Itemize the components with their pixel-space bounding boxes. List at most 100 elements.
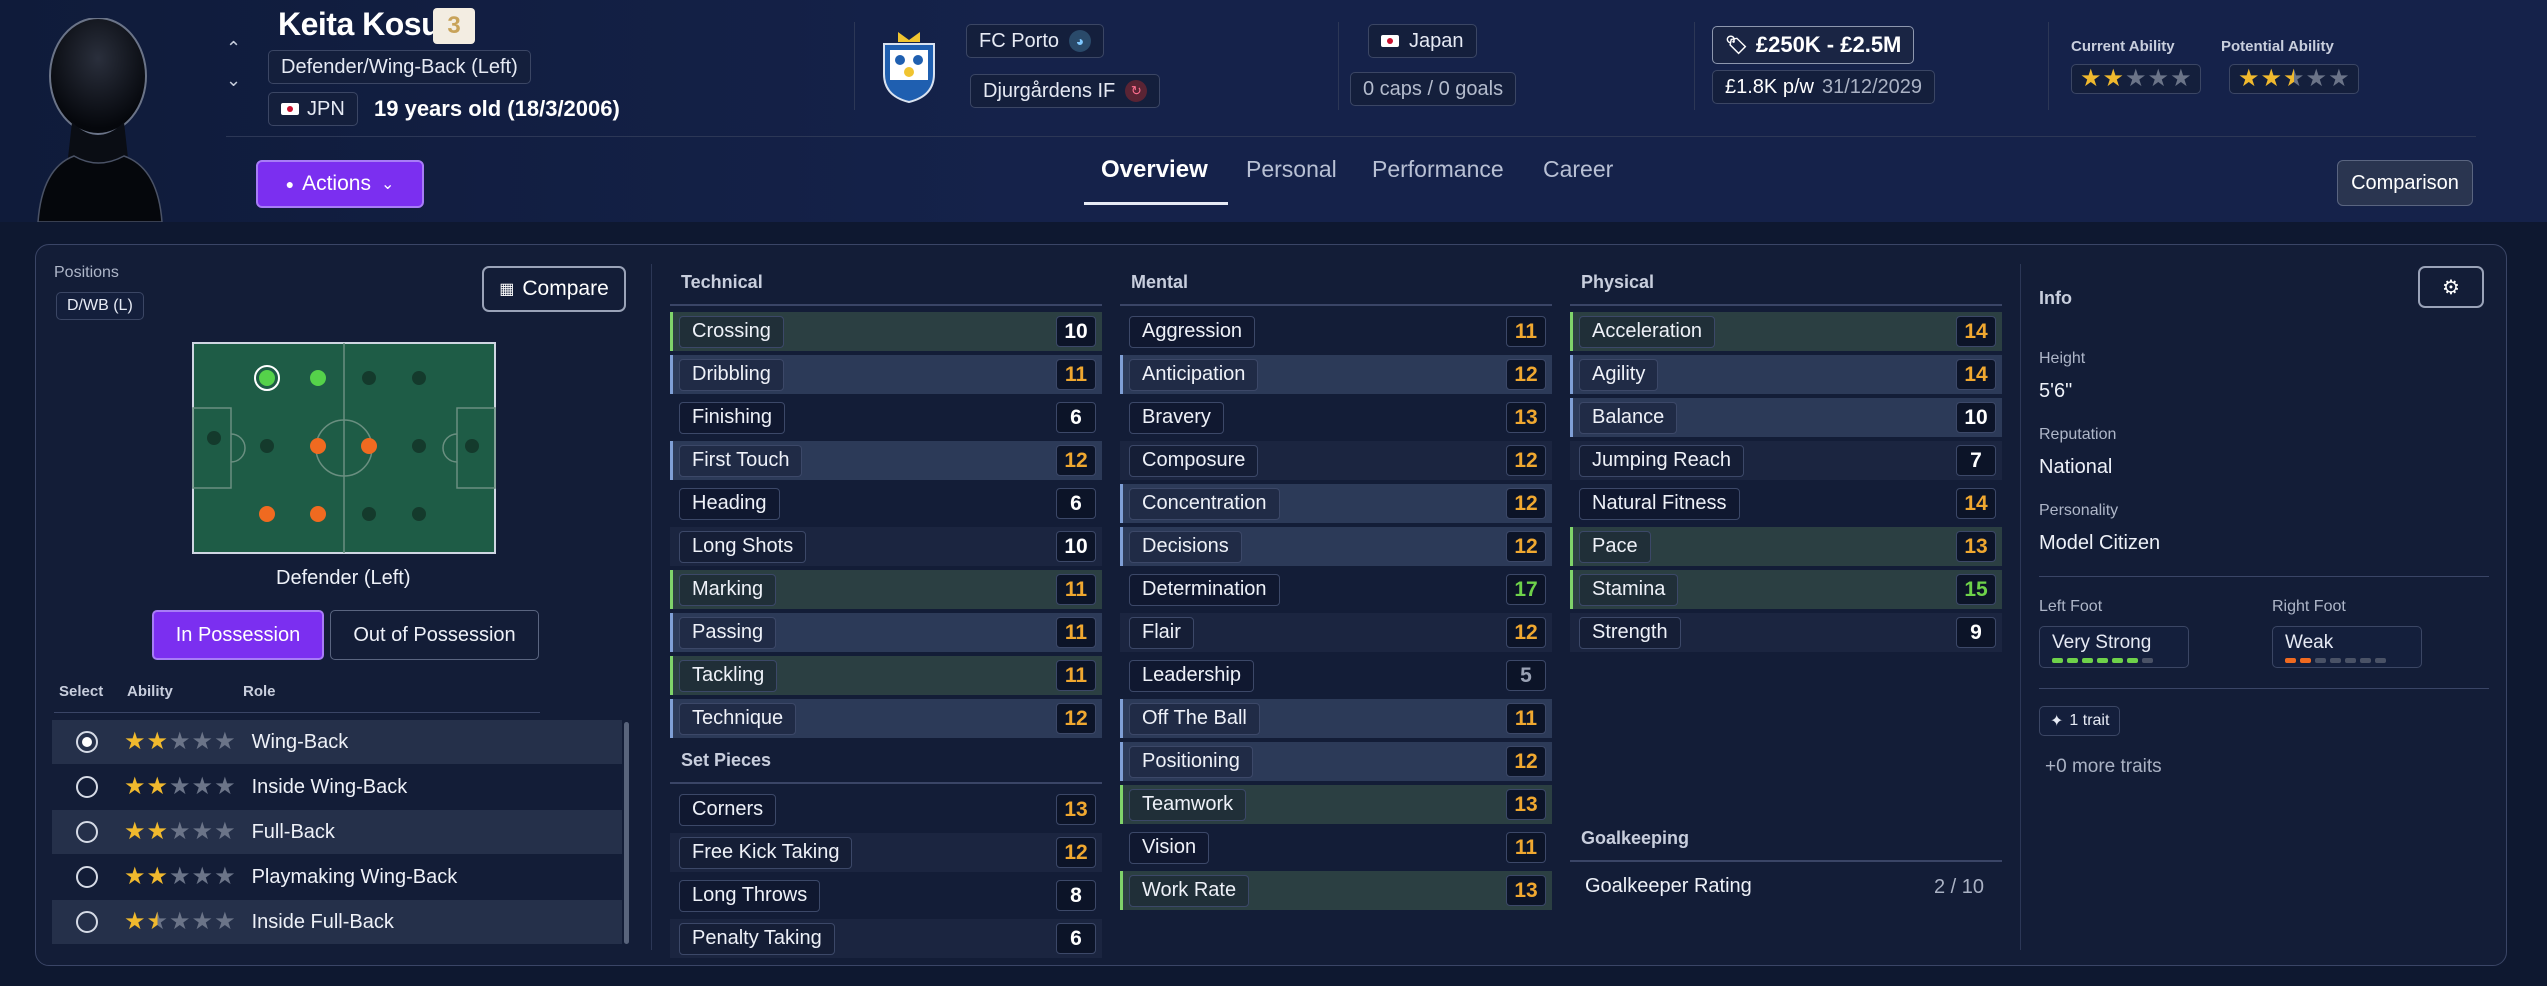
reputation-label: Reputation — [2039, 426, 2117, 443]
attribute-row[interactable]: Natural Fitness 14 — [1570, 484, 2002, 523]
attribute-row[interactable]: Jumping Reach 7 — [1570, 441, 2002, 480]
tab-performance[interactable]: Performance — [1372, 156, 1504, 183]
attribute-row[interactable]: Teamwork 13 — [1120, 785, 1552, 824]
attribute-row[interactable]: First Touch 12 — [670, 441, 1102, 480]
strength-segment — [2300, 657, 2311, 663]
current-ability-label: Current Ability — [2071, 38, 2175, 55]
in-possession-toggle[interactable]: In Possession — [152, 610, 324, 660]
attribute-row[interactable]: Off The Ball 11 — [1120, 699, 1552, 738]
role-row[interactable]: ★ ★ ★ ★ ★ Full-Back — [52, 810, 622, 854]
attribute-row[interactable]: Pace 13 — [1570, 527, 2002, 566]
star-icon: ★ — [2305, 65, 2328, 92]
role-radio[interactable] — [76, 776, 98, 798]
actions-button[interactable]: ● Actions ⌄ — [256, 160, 424, 208]
strength-segment — [2330, 657, 2341, 663]
strength-segment — [2067, 657, 2078, 663]
attribute-row[interactable]: Stamina 15 — [1570, 570, 2002, 609]
role-radio[interactable] — [76, 731, 98, 753]
attribute-row[interactable]: Free Kick Taking 12 — [670, 833, 1102, 872]
club-chip[interactable]: FC Porto ◕ — [966, 24, 1105, 58]
attribute-name: Free Kick Taking — [679, 836, 853, 869]
star-icon: ★ — [146, 728, 169, 755]
role-row[interactable]: ★ ★ ★ ★ ★ Inside Full-Back — [52, 900, 622, 944]
compare-label: Compare — [522, 277, 609, 300]
traits-chip[interactable]: ✦ 1 trait — [2039, 706, 2121, 736]
attribute-row[interactable]: Technique 12 — [670, 699, 1102, 738]
attribute-row[interactable]: Determination 17 — [1120, 570, 1552, 609]
attribute-row[interactable]: Acceleration 14 — [1570, 312, 2002, 351]
country-chip[interactable]: Japan — [1368, 24, 1477, 58]
tab-personal[interactable]: Personal — [1246, 156, 1337, 183]
attribute-name: Vision — [1129, 831, 1210, 864]
transfer-value-chip[interactable]: 🏷 £250K - £2.5M — [1712, 26, 1915, 64]
attribute-row[interactable]: Penalty Taking 6 — [670, 919, 1102, 958]
attribute-row[interactable]: Long Throws 8 — [670, 876, 1102, 915]
attribute-row[interactable]: Work Rate 13 — [1120, 871, 1552, 910]
attribute-row[interactable]: Balance 10 — [1570, 398, 2002, 437]
attribute-value: 6 — [1056, 488, 1096, 519]
star-icon: ★ — [2125, 65, 2147, 92]
star-icon: ★ — [169, 863, 191, 890]
chevron-down-icon[interactable]: ⌄ — [226, 70, 241, 91]
attribute-value: 11 — [1506, 703, 1546, 734]
right-foot-value: Weak — [2285, 631, 2334, 653]
position-code-chip: D/WB (L) — [56, 292, 144, 320]
out-of-possession-toggle[interactable]: Out of Possession — [330, 610, 539, 660]
settings-gear-icon[interactable]: ⚙ — [2418, 266, 2484, 308]
attribute-name: Concentration — [1129, 487, 1280, 520]
attribute-row[interactable]: Crossing 10 — [670, 312, 1102, 351]
technical-title: Technical — [681, 272, 763, 292]
attribute-row[interactable]: Finishing 6 — [670, 398, 1102, 437]
compare-button[interactable]: ▦ Compare — [482, 266, 626, 312]
attribute-row[interactable]: Positioning 12 — [1120, 742, 1552, 781]
attribute-row[interactable]: Long Shots 10 — [670, 527, 1102, 566]
attribute-row[interactable]: Tackling 11 — [670, 656, 1102, 695]
attribute-row[interactable]: Marking 11 — [670, 570, 1102, 609]
role-row[interactable]: ★ ★ ★ ★ ★ Wing-Back — [52, 720, 622, 764]
club-crest-icon[interactable] — [878, 28, 940, 104]
attribute-row[interactable]: Agility 14 — [1570, 355, 2002, 394]
role-ability-stars: ★ ★ ★ ★ ★ — [124, 775, 236, 799]
attribute-row[interactable]: Dribbling 11 — [670, 355, 1102, 394]
tab-overview[interactable]: Overview — [1101, 156, 1208, 184]
role-radio[interactable] — [76, 866, 98, 888]
column-header-ability: Ability — [127, 683, 173, 700]
role-name: Wing-Back — [251, 730, 349, 753]
role-radio[interactable] — [76, 911, 98, 933]
squad-number-badge: 3 — [433, 8, 475, 44]
attribute-row[interactable]: Strength 9 — [1570, 613, 2002, 652]
tab-career[interactable]: Career — [1543, 156, 1613, 183]
attribute-row[interactable]: Flair 12 — [1120, 613, 1552, 652]
attribute-row[interactable]: Aggression 11 — [1120, 312, 1552, 351]
star-icon: ★ — [214, 728, 236, 755]
attribute-value: 10 — [1056, 316, 1096, 347]
set-pieces-title: Set Pieces — [681, 750, 772, 770]
attribute-value: 12 — [1056, 445, 1096, 476]
right-foot-label: Right Foot — [2272, 598, 2346, 615]
attribute-value: 12 — [1506, 617, 1546, 648]
star-icon: ★ — [2147, 65, 2170, 92]
role-row[interactable]: ★ ★ ★ ★ ★ Playmaking Wing-Back — [52, 855, 622, 899]
roles-scrollbar[interactable] — [624, 722, 629, 944]
attribute-row[interactable]: Passing 11 — [670, 613, 1102, 652]
goalkeeper-rating-label: Goalkeeper Rating — [1585, 875, 1752, 897]
attribute-row[interactable]: Corners 13 — [670, 790, 1102, 829]
attribute-name: Stamina — [1579, 573, 1679, 606]
role-radio[interactable] — [76, 821, 98, 843]
attribute-row[interactable]: Composure 12 — [1120, 441, 1552, 480]
loan-club-chip[interactable]: Djurgårdens IF ↻ — [970, 74, 1161, 108]
strength-segment — [2097, 657, 2108, 663]
attribute-row[interactable]: Vision 11 — [1120, 828, 1552, 867]
attribute-row[interactable]: Heading 6 — [670, 484, 1102, 523]
player-header: Keita Kosugi 3 ⌃ ⌄ Defender/Wing-Back (L… — [0, 0, 2547, 222]
attribute-value: 12 — [1506, 488, 1546, 519]
comparison-button[interactable]: Comparison — [2337, 160, 2473, 206]
attribute-row[interactable]: Bravery 13 — [1120, 398, 1552, 437]
attribute-row[interactable]: Anticipation 12 — [1120, 355, 1552, 394]
more-traits-link[interactable]: +0 more traits — [2045, 756, 2162, 778]
role-row[interactable]: ★ ★ ★ ★ ★ Inside Wing-Back — [52, 765, 622, 809]
attribute-row[interactable]: Concentration 12 — [1120, 484, 1552, 523]
chevron-up-icon[interactable]: ⌃ — [226, 38, 241, 59]
attribute-row[interactable]: Decisions 12 — [1120, 527, 1552, 566]
attribute-row[interactable]: Leadership 5 — [1120, 656, 1552, 695]
